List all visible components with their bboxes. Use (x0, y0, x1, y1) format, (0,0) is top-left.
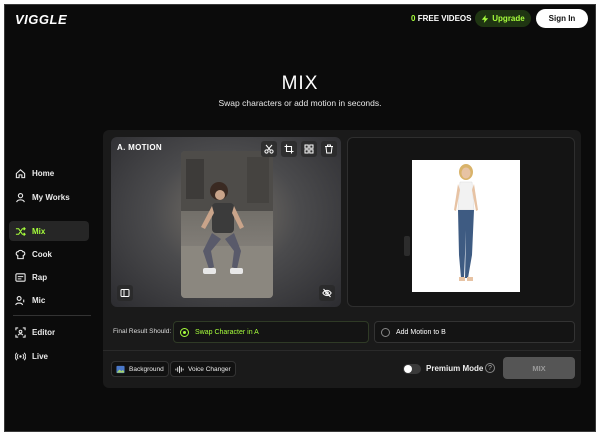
broadcast-icon (15, 351, 26, 361)
sidebar-divider (13, 315, 91, 316)
user-icon (16, 192, 25, 202)
scissors-icon (264, 144, 274, 154)
top-bar: VIGGLE 0 FREE VIDEOS Upgrade Sign In (5, 5, 595, 35)
sidebar-item-mic[interactable]: Mic (9, 290, 89, 310)
home-icon (15, 168, 26, 178)
sign-in-button[interactable]: Sign In (536, 9, 588, 28)
sidebar-item-rap[interactable]: Rap (9, 267, 89, 287)
waveform-icon (175, 365, 184, 373)
sidebar-item-label: Rap (32, 272, 48, 282)
option-add-motion[interactable]: Add Motion to B (374, 321, 575, 343)
sidebar-item-label: Mic (32, 295, 46, 305)
shuffle-icon (15, 226, 26, 236)
sidebar-item-label: Home (32, 168, 55, 178)
sidebar-item-editor[interactable]: Editor (9, 322, 89, 342)
mix-button[interactable]: MIX (503, 357, 575, 379)
editor-icon (15, 326, 26, 338)
dancer-figure (181, 151, 273, 298)
panel-divider (103, 350, 581, 351)
sidebar-item-label: Editor (32, 327, 56, 337)
character-image (412, 160, 520, 292)
character-collapse-handle[interactable] (404, 236, 410, 256)
standing-woman-figure (454, 164, 478, 281)
free-videos-counter: 0 FREE VIDEOS (411, 14, 471, 23)
upgrade-button[interactable]: Upgrade (475, 10, 531, 27)
sidebar-item-label: Live (32, 351, 49, 361)
upgrade-label: Upgrade (492, 14, 525, 23)
sidebar-item-cook[interactable]: Cook (9, 244, 89, 264)
app-window: VIGGLE 0 FREE VIDEOS Upgrade Sign In MIX… (4, 4, 596, 432)
background-button[interactable]: Background (111, 361, 169, 377)
premium-mode-label: Premium Mode (426, 364, 484, 373)
sidebar-item-mix[interactable]: Mix (9, 221, 89, 241)
grid-icon (304, 144, 314, 154)
split-view-button[interactable] (117, 285, 133, 301)
final-result-label: Final Result Should: (113, 328, 172, 335)
cut-button[interactable] (261, 141, 277, 157)
sidebar-item-label: My Works (32, 192, 70, 202)
trash-icon (325, 144, 333, 154)
option-label: Add Motion to B (396, 328, 446, 336)
layout-button[interactable] (301, 141, 317, 157)
viggle-logo[interactable]: VIGGLE (15, 12, 67, 27)
delete-button[interactable] (321, 141, 337, 157)
option-swap-character[interactable]: Swap Character in A (173, 321, 369, 343)
sidebar-item-label: Cook (32, 249, 52, 259)
sidebar-item-live[interactable]: Live (9, 346, 89, 366)
microphone-box-icon (15, 272, 26, 282)
radio-selected[interactable] (180, 327, 189, 337)
motion-toolbar (261, 141, 337, 157)
voice-changer-label: Voice Changer (188, 365, 231, 373)
radio-unselected[interactable] (381, 327, 390, 337)
help-icon[interactable]: ? (485, 363, 495, 373)
hide-preview-button[interactable] (319, 285, 335, 301)
sidebar-item-home[interactable]: Home (9, 163, 89, 183)
crop-icon (284, 144, 294, 154)
sidebar-item-my-works[interactable]: My Works (9, 187, 89, 207)
lightning-icon (482, 14, 489, 23)
motion-video-thumbnail (181, 151, 273, 298)
premium-mode-toggle[interactable] (403, 364, 421, 374)
crop-button[interactable] (281, 141, 297, 157)
motion-label: A. MOTION (117, 143, 162, 152)
split-view-icon (120, 289, 130, 297)
free-videos-label: FREE VIDEOS (417, 14, 472, 23)
page-title: MIX (281, 73, 319, 94)
sidebar-item-label: Mix (32, 226, 46, 236)
motion-upload-area[interactable]: A. MOTION (111, 137, 341, 307)
background-label: Background (129, 365, 164, 373)
character-upload-area[interactable] (347, 137, 575, 307)
option-label: Swap Character in A (195, 328, 259, 336)
page-subtitle: Swap characters or add motion in seconds… (218, 98, 382, 108)
voice-changer-button[interactable]: Voice Changer (170, 361, 236, 377)
image-icon (116, 365, 125, 373)
user-mic-icon (15, 295, 25, 305)
eye-off-icon (322, 288, 332, 298)
chef-hat-icon (15, 249, 26, 259)
free-videos-count: 0 (411, 14, 416, 23)
